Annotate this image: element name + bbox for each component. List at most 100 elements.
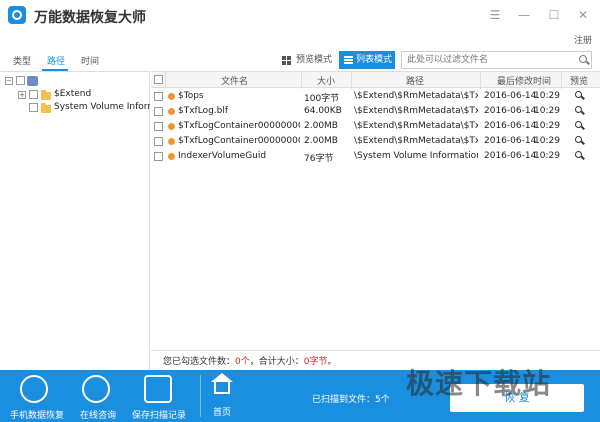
table-row[interactable]: $TxfLogContainer0000000000... 2.00MB \$E…	[151, 134, 600, 149]
file-status-icon	[168, 123, 175, 130]
home-label[interactable]: 首页	[213, 405, 231, 418]
file-status-icon	[168, 153, 175, 160]
file-name: $Tops	[178, 91, 204, 101]
folder-icon	[41, 90, 51, 100]
filter-search-input[interactable]	[401, 51, 592, 69]
preview-magnifier-icon[interactable]	[575, 91, 582, 98]
folder-icon	[41, 103, 51, 113]
grid-icon	[282, 56, 291, 65]
file-path: \$Extend\$RmMetadata\$TxfLo	[354, 91, 478, 101]
online-consult-button[interactable]: 在线咨询	[68, 370, 128, 422]
select-all-checkbox[interactable]	[154, 75, 163, 84]
row-checkbox[interactable]	[154, 137, 163, 146]
menu-icon[interactable]: ☰	[486, 6, 504, 24]
tree-checkbox[interactable]	[16, 76, 25, 85]
selection-status: 您已勾选文件数：0个，合计大小：0字节。	[163, 357, 337, 367]
file-size: 100字节	[304, 94, 340, 104]
app-logo-icon	[8, 6, 26, 24]
register-link[interactable]: 注册	[574, 33, 592, 46]
file-path: \$Extend\$RmMetadata\$TxfLo	[354, 121, 478, 131]
file-name: IndexerVolumeGuid	[178, 151, 267, 161]
selected-size: 0字节	[303, 357, 328, 367]
table-row[interactable]: $Tops 100字节 \$Extend\$RmMetadata\$TxfLo …	[151, 89, 600, 104]
maximize-button[interactable]: ☐	[545, 6, 563, 24]
table-header: 文件名 大小 路径 最后修改时间 预览	[151, 71, 600, 89]
collapse-icon[interactable]: −	[5, 77, 13, 85]
phone-recovery-button[interactable]: 手机数据恢复	[0, 370, 68, 422]
selected-count: 0个	[235, 357, 250, 367]
row-checkbox[interactable]	[154, 107, 163, 116]
column-header-size[interactable]: 大小	[317, 74, 335, 87]
view-tabs: 类型 路径 时间	[0, 50, 150, 71]
tree-item-system-volume[interactable]: System Volume Informat	[0, 102, 150, 115]
app-title: 万能数据恢复大师	[34, 10, 146, 26]
tree-item-root[interactable]: −	[0, 75, 150, 88]
table-row[interactable]: $TxfLogContainer0000000000... 2.00MB \$E…	[151, 119, 600, 134]
file-status-icon	[168, 93, 175, 100]
file-date: 2016-06-14	[484, 106, 537, 116]
drive-icon	[27, 76, 38, 86]
row-checkbox[interactable]	[154, 92, 163, 101]
file-path: \$Extend\$RmMetadata\$TxfLo	[354, 136, 478, 146]
search-icon[interactable]	[579, 55, 587, 63]
file-path: \System Volume Information\	[354, 151, 478, 161]
list-mode-button[interactable]: 列表模式	[339, 51, 395, 69]
home-icon[interactable]	[211, 373, 233, 394]
tree-item-label: System Volume Informat	[54, 102, 150, 112]
phone-icon	[20, 375, 48, 403]
preview-magnifier-icon[interactable]	[575, 136, 582, 143]
tree-checkbox[interactable]	[29, 103, 38, 112]
tab-path[interactable]: 路径	[47, 54, 65, 67]
folder-tree: − + $Extend System Volume Informat	[0, 71, 150, 371]
file-name: $TxfLog.blf	[178, 106, 229, 116]
file-time: 10:29	[534, 151, 560, 161]
close-button[interactable]: ✕	[574, 6, 592, 24]
row-checkbox[interactable]	[154, 122, 163, 131]
tree-item-extend[interactable]: + $Extend	[0, 89, 150, 102]
table-row[interactable]: IndexerVolumeGuid 76字节 \System Volume In…	[151, 149, 600, 164]
save-scan-button[interactable]: 保存扫描记录	[128, 370, 196, 422]
file-size: 2.00MB	[304, 121, 338, 131]
row-checkbox[interactable]	[154, 152, 163, 161]
minimize-button[interactable]: —	[515, 6, 533, 24]
file-size: 76字节	[304, 154, 334, 164]
title-bar: 万能数据恢复大师 ☰ — ☐ ✕	[0, 0, 600, 30]
preview-magnifier-icon[interactable]	[575, 151, 582, 158]
tree-item-label: $Extend	[54, 89, 92, 99]
save-scan-label: 保存扫描记录	[132, 411, 187, 421]
preview-mode-button[interactable]: 预览模式	[282, 52, 332, 69]
file-status-icon	[168, 138, 175, 145]
online-consult-label: 在线咨询	[80, 411, 117, 421]
list-mode-label: 列表模式	[356, 55, 393, 65]
column-header-modified[interactable]: 最后修改时间	[497, 74, 551, 87]
file-date: 2016-06-14	[484, 121, 537, 131]
preview-magnifier-icon[interactable]	[575, 121, 582, 128]
export-icon	[144, 375, 172, 403]
file-size: 2.00MB	[304, 136, 338, 146]
file-time: 10:29	[534, 106, 560, 116]
file-time: 10:29	[534, 91, 560, 101]
tab-type[interactable]: 类型	[13, 54, 31, 67]
expand-icon[interactable]: +	[18, 91, 26, 99]
file-date: 2016-06-14	[484, 136, 537, 146]
scanned-count: 已扫描到文件：5个	[312, 395, 390, 405]
watermark-text: 极速下载站	[406, 367, 552, 400]
file-size: 64.00KB	[304, 106, 342, 116]
table-row[interactable]: $TxfLog.blf 64.00KB \$Extend\$RmMetadata…	[151, 104, 600, 119]
file-status-icon	[168, 108, 175, 115]
file-name: $TxfLogContainer0000000000...	[178, 121, 300, 131]
file-path: \$Extend\$RmMetadata\$TxfLo	[354, 106, 478, 116]
file-time: 10:29	[534, 136, 560, 146]
column-header-preview[interactable]: 预览	[570, 74, 588, 87]
column-header-path[interactable]: 路径	[406, 74, 424, 87]
file-time: 10:29	[534, 121, 560, 131]
preview-magnifier-icon[interactable]	[575, 106, 582, 113]
user-icon	[82, 375, 110, 403]
tree-checkbox[interactable]	[29, 90, 38, 99]
tab-time[interactable]: 时间	[81, 54, 99, 67]
phone-recovery-label: 手机数据恢复	[10, 411, 65, 421]
column-header-name[interactable]: 文件名	[221, 74, 248, 87]
preview-mode-label: 预览模式	[296, 55, 333, 65]
file-name: $TxfLogContainer0000000000...	[178, 136, 300, 146]
file-date: 2016-06-14	[484, 151, 537, 161]
